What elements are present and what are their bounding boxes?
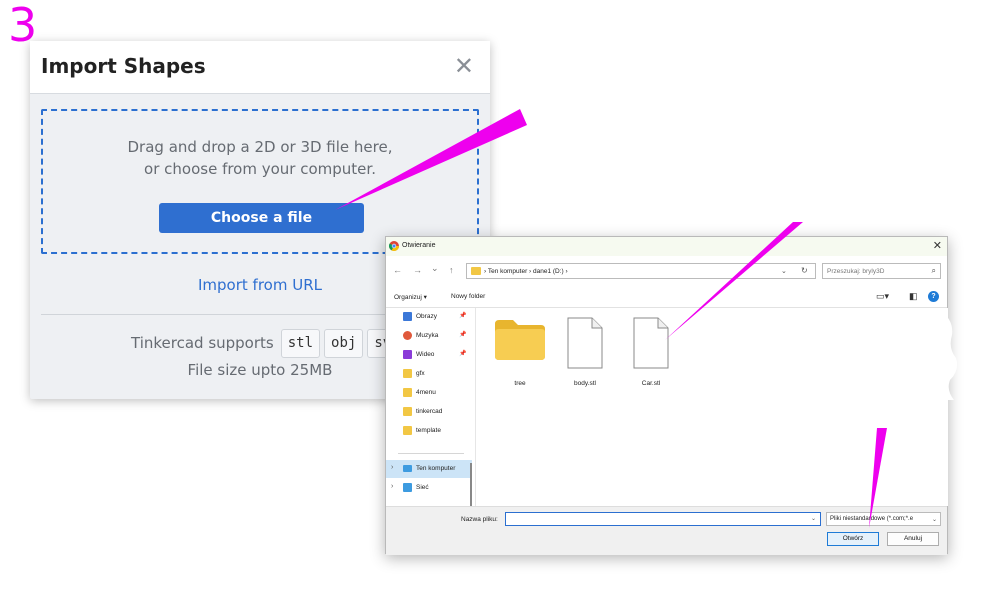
divider [398,453,464,454]
file-name: Car.stl [641,380,661,387]
sidebar-item-ten-komputer[interactable]: › Ten komputer [386,460,472,478]
drop-instructions-line1: Drag and drop a 2D or 3D file here, [127,138,393,156]
sidebar-item-label: tinkercad [416,408,443,415]
sidebar-item-4menu[interactable]: 4menu [386,384,472,402]
sidebar-item-template[interactable]: template [386,422,472,440]
file-list: tree body.stl Car.stl [478,308,948,506]
supported-formats: Tinkercad supports stl obj svg [131,328,407,358]
folder-icon [403,369,412,378]
computer-icon [403,465,412,472]
drop-zone[interactable]: Drag and drop a 2D or 3D file here, or c… [41,109,479,254]
document-icon [633,317,669,369]
view-options-icon[interactable]: ▭▾ [876,291,889,302]
folder-icon [403,426,412,435]
search-icon: ⌕ [931,266,936,275]
window-titlebar: Otwieranie ✕ [386,237,947,256]
sidebar-item-wideo[interactable]: Wideo 📌 [386,346,472,364]
dialog-title: Import Shapes [41,54,206,78]
sidebar-item-siec[interactable]: › Sieć [386,479,472,497]
sidebar-item-label: Obrazy [416,313,437,320]
navigation-pane: Obrazy 📌 Muzyka 📌 Wideo 📌 gfx 4menu tink… [386,308,476,553]
chrome-icon [389,241,399,251]
file-name: tree [514,380,526,387]
format-chip-obj: obj [324,328,364,358]
sidebar-item-label: gfx [416,370,425,377]
new-folder-button[interactable]: Nowy folder [451,293,485,300]
folder-icon [471,267,481,275]
navigation-bar: ← → ⌄ ↑ › Ten komputer › dane1 (D:) › ⌄ … [386,256,947,286]
sidebar-item-muzyka[interactable]: Muzyka 📌 [386,327,472,345]
file-name: body.stl [574,380,596,387]
pin-icon: 📌 [459,332,467,338]
document-icon [567,317,603,369]
choose-file-button[interactable]: Choose a file [159,203,364,233]
sidebar-item-label: 4menu [416,389,436,396]
toolbar: Organizuj ▾ Nowy folder ▭▾ ◧ ? [386,286,947,308]
music-icon [403,331,412,340]
network-icon [403,483,412,492]
window-title: Otwieranie [402,242,436,249]
filename-label: Nazwa pliku: [461,516,498,523]
address-path: › Ten komputer › dane1 (D:) › [484,268,568,275]
open-file-dialog: Otwieranie ✕ ← → ⌄ ↑ › Ten komputer › da… [385,236,948,555]
file-type-select[interactable]: Pliki niestandardowe (*.com;*.e ⌄ [826,512,941,526]
help-icon[interactable]: ? [928,291,939,302]
back-arrow-icon[interactable]: ← [393,265,402,275]
cancel-button[interactable]: Anuluj [887,532,939,546]
chevron-right-icon[interactable]: › [391,483,393,490]
chevron-down-icon: ⌄ [931,517,937,523]
chevron-down-icon[interactable]: ⌄ [781,267,787,275]
close-icon[interactable]: ✕ [454,54,474,78]
close-icon[interactable]: ✕ [933,239,942,252]
sidebar-item-label: Wideo [416,351,435,358]
chevron-down-icon[interactable]: ⌄ [811,515,816,522]
folder-icon [403,407,412,416]
format-chip-stl: stl [280,328,321,358]
chevron-right-icon[interactable]: › [391,464,393,471]
video-icon [403,350,412,359]
open-button[interactable]: Otwórz [827,532,879,546]
file-item-body-stl[interactable]: body.stl [555,316,615,387]
search-placeholder: Przeszukaj: bryly3D [827,268,885,275]
sidebar-item-label: Sieć [416,484,429,491]
dialog-footer: Nazwa pliku: ⌄ Pliki niestandardowe (*.c… [386,506,947,555]
refresh-icon[interactable]: ↻ [801,266,808,275]
preview-pane-icon[interactable]: ◧ [909,291,918,302]
recent-locations-chevron-icon[interactable]: ⌄ [431,263,439,274]
sidebar-item-gfx[interactable]: gfx [386,365,472,383]
file-item-folder[interactable]: tree [490,316,550,387]
supports-label: Tinkercad supports [131,334,274,352]
torn-edge-decoration [940,310,958,400]
up-arrow-icon[interactable]: ↑ [449,265,454,275]
file-item-car-stl[interactable]: Car.stl [621,316,681,387]
folder-icon [403,388,412,397]
pin-icon: 📌 [459,313,467,319]
file-type-value: Pliki niestandardowe (*.com;*.e [830,516,914,522]
search-input[interactable]: Przeszukaj: bryly3D ⌕ [822,263,941,279]
drop-instructions-line2: or choose from your computer. [144,160,376,178]
sidebar-item-label: Muzyka [416,332,439,339]
sidebar-item-obrazy[interactable]: Obrazy 📌 [386,308,472,326]
organize-menu[interactable]: Organizuj ▾ [394,293,427,301]
filename-field[interactable] [505,512,821,526]
sidebar-item-label: Ten komputer [416,465,456,472]
dialog-header: Import Shapes ✕ [30,41,490,94]
sidebar-item-tinkercad[interactable]: tinkercad [386,403,472,421]
address-bar[interactable]: › Ten komputer › dane1 (D:) › ⌄ ↻ [466,263,816,279]
sidebar-item-label: template [416,427,441,434]
pin-icon: 📌 [459,351,467,357]
folder-icon [495,320,545,360]
forward-arrow-icon[interactable]: → [413,265,422,275]
pictures-icon [403,312,412,321]
